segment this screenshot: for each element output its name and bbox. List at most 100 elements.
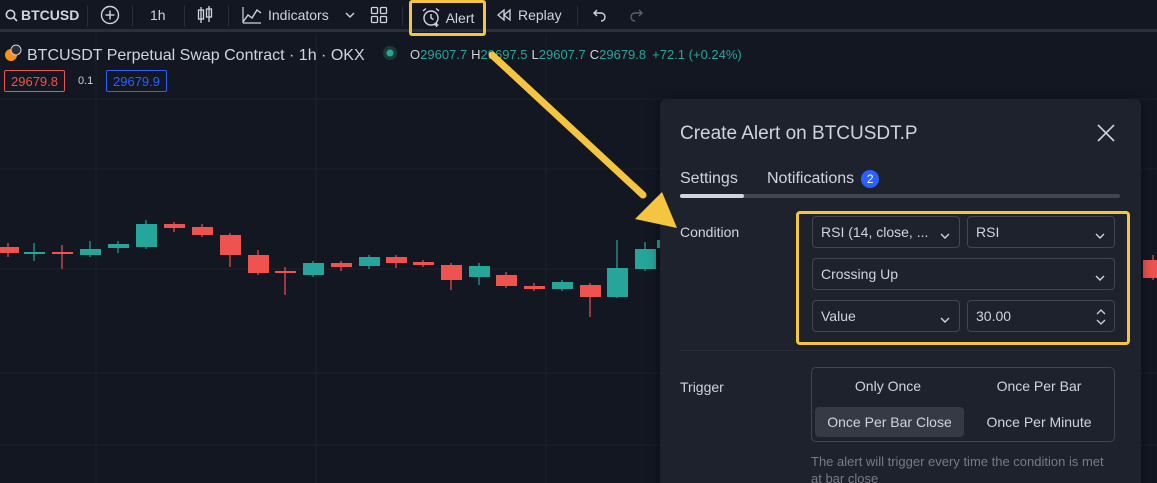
toolbar-divider (228, 6, 229, 26)
candle-body (607, 268, 628, 297)
section-divider (680, 350, 1120, 351)
redo-button[interactable] (629, 0, 645, 30)
compare-value-stepper[interactable]: 30.00 (967, 300, 1115, 332)
tab-notifications[interactable]: Notifications 2 (767, 170, 880, 188)
candle-body (441, 265, 462, 280)
candle-body (635, 249, 656, 269)
condition-plot-value: RSI (976, 224, 1000, 240)
toolbar-divider (132, 6, 133, 26)
redo-icon (629, 8, 645, 22)
toolbar-divider (87, 6, 88, 26)
chevron-down-icon (1094, 269, 1106, 285)
tab-settings-label: Settings (680, 170, 738, 187)
candle-body (275, 271, 296, 273)
ohlc-low: L29607.7 (531, 47, 586, 62)
alarm-clock-icon (421, 7, 441, 30)
okx-logo-icon (4, 44, 22, 67)
candles-icon (196, 5, 214, 25)
notifications-count-badge: 2 (861, 170, 880, 188)
candle-body (413, 262, 434, 265)
dialog-title: Create Alert on BTCUSDT.P (680, 123, 918, 144)
chart-type-button[interactable] (196, 0, 214, 30)
alert-button[interactable]: Alert (409, 0, 486, 36)
candle-body (331, 263, 352, 267)
condition-label: Condition (680, 224, 740, 240)
trigger-label: Trigger (680, 379, 724, 395)
ohlc-high: H29697.5 (471, 47, 528, 62)
condition-plot-select[interactable]: RSI (967, 216, 1115, 248)
indicators-label: Indicators (268, 7, 329, 23)
search-icon (5, 9, 18, 22)
candle-body (52, 252, 73, 254)
trigger-once-per-minute[interactable]: Once Per Minute (966, 407, 1112, 437)
compare-type-value: Value (821, 308, 856, 324)
chevron-down-icon (939, 227, 951, 243)
price-change: +72.1 (+0.24%) (652, 47, 742, 62)
toolbar-divider (577, 6, 578, 26)
replay-icon (496, 8, 512, 22)
tab-notifications-label: Notifications (767, 170, 855, 187)
chart-legend: BTCUSDT Perpetual Swap Contract · 1h · O… (4, 44, 398, 67)
chevron-down-icon (1094, 227, 1106, 243)
grid-layout-icon (370, 6, 388, 24)
buy-price-button[interactable]: 29679.9 (106, 70, 167, 92)
symbol-name: BTCUSD (21, 7, 80, 23)
tab-underline-track (680, 194, 1120, 198)
candle-body (552, 282, 573, 289)
compare-symbol-button[interactable] (100, 0, 120, 30)
chevron-down-icon (344, 11, 356, 19)
trigger-once-per-bar[interactable]: Once Per Bar (966, 371, 1112, 401)
indicators-dropdown[interactable] (344, 0, 356, 30)
candle-body (136, 224, 157, 247)
candle-body (1143, 260, 1157, 278)
replay-button[interactable]: Replay (496, 0, 562, 30)
symbol-title: BTCUSDT Perpetual Swap Contract · 1h · O… (27, 46, 365, 64)
trigger-once-per-bar-close[interactable]: Once Per Bar Close (815, 407, 964, 437)
alert-label: Alert (445, 10, 475, 26)
candle-body (108, 244, 129, 248)
ohlc-values: O29607.7 H29697.5 L29607.7 C29679.8 +72.… (410, 47, 742, 62)
condition-highlight: RSI (14, close, ... RSI Crossing Up Valu… (796, 211, 1130, 345)
candle-body (80, 249, 101, 255)
candle-body (220, 235, 241, 255)
trigger-only-once[interactable]: Only Once (815, 371, 961, 401)
candle-body (359, 257, 380, 266)
trigger-hint: The alert will trigger every time the co… (811, 454, 1104, 483)
condition-operator-value: Crossing Up (821, 266, 899, 282)
close-icon (1096, 124, 1116, 147)
compare-type-select[interactable]: Value (812, 300, 960, 332)
indicators-button[interactable]: Indicators (242, 0, 329, 30)
tab-settings[interactable]: Settings (680, 170, 738, 188)
layout-button[interactable] (370, 0, 388, 30)
interval-button[interactable]: 1h (150, 0, 166, 30)
create-alert-dialog: Create Alert on BTCUSDT.P Settings Notif… (660, 99, 1141, 483)
ohlc-close: C29679.8 (589, 47, 647, 62)
candle-body (580, 285, 601, 297)
chevron-down-icon (939, 311, 951, 327)
candle-body (192, 227, 213, 235)
indicators-icon (242, 6, 262, 24)
condition-operator-select[interactable]: Crossing Up (812, 258, 1115, 290)
stepper-arrows-icon[interactable] (1095, 307, 1107, 330)
replay-label: Replay (518, 7, 562, 23)
toolbar-divider (402, 6, 403, 26)
candle-body (469, 266, 490, 277)
sell-price-button[interactable]: 29679.8 (4, 70, 65, 92)
top-toolbar: BTCUSD 1h Indicators Alert Replay (0, 0, 1157, 36)
compare-value-input[interactable]: 30.00 (976, 308, 1011, 324)
candle-body (164, 224, 185, 228)
close-button[interactable] (1096, 123, 1116, 143)
spread-value: 0.1 (78, 75, 94, 87)
condition-indicator-select[interactable]: RSI (14, close, ... (812, 216, 960, 248)
candle-body (386, 257, 407, 263)
market-open-icon (382, 45, 398, 66)
undo-button[interactable] (591, 0, 607, 30)
candle-body (0, 247, 19, 253)
interval-label: 1h (150, 7, 166, 23)
plus-circle-icon (100, 5, 120, 25)
symbol-search[interactable]: BTCUSD (5, 0, 79, 30)
candle-body (248, 255, 269, 273)
trigger-options: Only Once Once Per Bar Once Per Bar Clos… (811, 367, 1115, 442)
candle-body (24, 252, 45, 254)
ohlc-open: O29607.7 (410, 47, 468, 62)
